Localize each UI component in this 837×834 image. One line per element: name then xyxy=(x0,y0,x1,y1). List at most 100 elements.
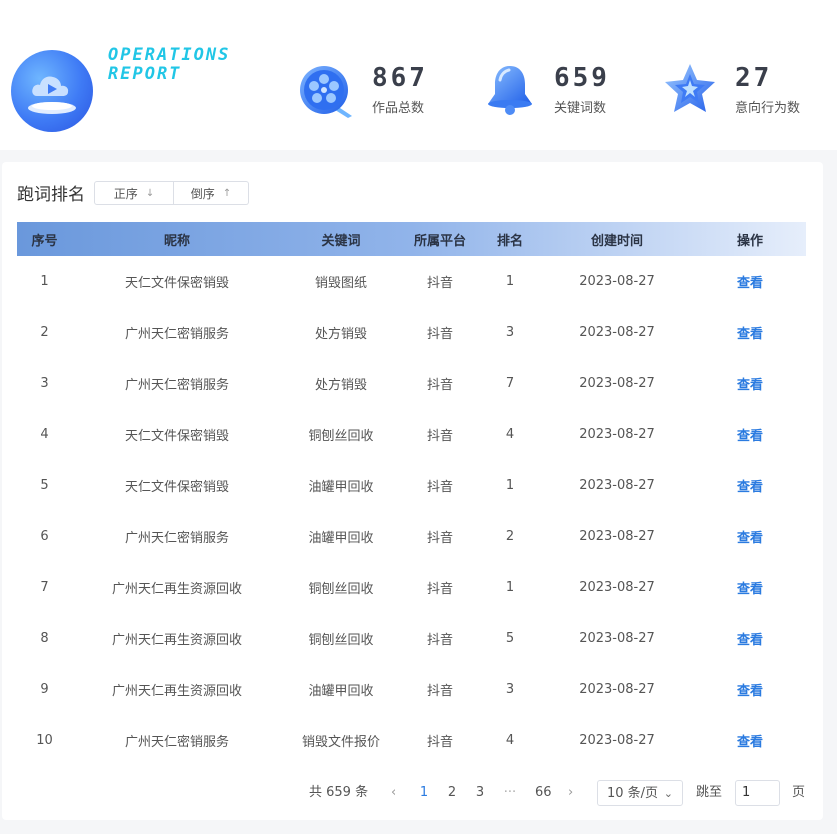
bell-icon xyxy=(488,66,532,115)
row-rank: 5 xyxy=(505,631,515,646)
arrow-up-icon: ↑ xyxy=(222,187,232,199)
jump-label: 跳至 xyxy=(696,785,723,800)
row-date: 2023-08-27 xyxy=(579,580,655,595)
report-header: OPERATIONS REPORT 867 作品总数 659 关键词数 27 意… xyxy=(0,0,837,150)
view-link[interactable]: 查看 xyxy=(694,731,806,750)
row-nickname: 广州天仁密销服务 xyxy=(124,327,229,342)
row-platform: 抖音 xyxy=(426,633,453,648)
table-row: 4 天仁文件保密销毁 铜刨丝回收 抖音 4 2023-08-27 查看 xyxy=(17,409,806,460)
row-number: 7 xyxy=(40,580,49,595)
row-platform: 抖音 xyxy=(426,684,453,699)
table-row: 7 广州天仁再生资源回收 铜刨丝回收 抖音 1 2023-08-27 查看 xyxy=(17,562,806,613)
page-3[interactable]: 3 xyxy=(473,780,487,806)
page-suffix: 页 xyxy=(792,785,806,800)
ranking-card: 跑词排名 正序 ↓ 倒序 ↑ 序号 昵称 关键词 所属平台 排名 创建时间 操作… xyxy=(2,162,823,820)
table-row: 3 广州天仁密销服务 处方销毁 抖音 7 2023-08-27 查看 xyxy=(17,358,806,409)
row-platform: 抖音 xyxy=(426,378,453,393)
row-platform: 抖音 xyxy=(426,480,453,495)
star-icon xyxy=(665,64,715,112)
page-2[interactable]: 2 xyxy=(445,780,459,806)
view-link[interactable]: 查看 xyxy=(694,374,806,393)
row-nickname: 天仁文件保密销毁 xyxy=(124,480,229,495)
page-size-value: 10 条/页 xyxy=(607,786,659,801)
table-header: 序号 昵称 关键词 所属平台 排名 创建时间 操作 xyxy=(17,222,806,256)
row-platform: 抖音 xyxy=(426,582,453,597)
table-body: 1 天仁文件保密销毁 销毁图纸 抖音 1 2023-08-27 查看 2 广州天仁密销服务 处方销… xyxy=(17,256,806,766)
row-keyword: 油罐甲回收 xyxy=(308,531,374,546)
row-platform: 抖音 xyxy=(426,531,453,546)
column-header-action: 操作 xyxy=(736,233,763,249)
brand-title: OPERATIONS REPORT xyxy=(108,46,278,84)
row-date: 2023-08-27 xyxy=(579,274,655,289)
sort-asc-button[interactable]: 正序 ↓ xyxy=(94,181,174,205)
page-1[interactable]: 1 xyxy=(417,780,431,806)
row-date: 2023-08-27 xyxy=(579,478,655,493)
sort-asc-label: 正序 xyxy=(113,186,138,201)
stat-works-value: 867 xyxy=(372,63,428,93)
row-number: 1 xyxy=(40,274,49,289)
row-nickname: 广州天仁密销服务 xyxy=(124,735,229,750)
row-rank: 1 xyxy=(505,580,515,595)
table-row: 5 天仁文件保密销毁 油罐甲回收 抖音 1 2023-08-27 查看 xyxy=(17,460,806,511)
pagination: 共 659 条 ‹ 1 2 3 ··· 66 › 10 条/页 ⌄ 跳至 页 xyxy=(2,780,823,806)
next-page-icon[interactable]: › xyxy=(568,780,573,806)
page-66[interactable]: 66 xyxy=(535,780,552,806)
column-header-created: 创建时间 xyxy=(590,233,643,249)
row-date: 2023-08-27 xyxy=(579,682,655,697)
view-link[interactable]: 查看 xyxy=(694,680,806,699)
pagination-total: 共 659 条 xyxy=(309,785,369,800)
row-keyword: 销毁图纸 xyxy=(314,276,367,291)
jump-page-input[interactable] xyxy=(735,780,780,806)
row-nickname: 天仁文件保密销毁 xyxy=(124,276,229,291)
row-rank: 3 xyxy=(505,325,515,340)
row-date: 2023-08-27 xyxy=(579,376,655,391)
film-reel-icon xyxy=(300,66,352,118)
row-rank: 4 xyxy=(505,427,515,442)
row-rank: 1 xyxy=(505,274,515,289)
stat-works-label: 作品总数 xyxy=(372,101,425,116)
row-keyword: 铜刨丝回收 xyxy=(308,633,374,648)
page-ellipsis[interactable]: ··· xyxy=(503,780,517,806)
table-row: 10 广州天仁密销服务 销毁文件报价 抖音 4 2023-08-27 查看 xyxy=(17,715,806,766)
prev-page-icon[interactable]: ‹ xyxy=(391,780,396,806)
row-rank: 7 xyxy=(505,376,515,391)
row-keyword: 销毁文件报价 xyxy=(301,735,380,750)
row-number: 8 xyxy=(40,631,49,646)
row-number: 4 xyxy=(40,427,49,442)
view-link[interactable]: 查看 xyxy=(694,476,806,495)
sort-desc-button[interactable]: 倒序 ↑ xyxy=(174,181,249,205)
row-date: 2023-08-27 xyxy=(579,325,655,340)
logo xyxy=(11,50,93,132)
row-number: 6 xyxy=(40,529,49,544)
column-header-rank: 排名 xyxy=(496,233,523,249)
row-number: 9 xyxy=(40,682,49,697)
stat-keywords-value: 659 xyxy=(554,63,610,93)
row-number: 3 xyxy=(40,376,49,391)
brand-line-2: REPORT xyxy=(108,64,182,84)
sort-desc-label: 倒序 xyxy=(190,186,215,201)
view-link[interactable]: 查看 xyxy=(694,323,806,342)
table-row: 8 广州天仁再生资源回收 铜刨丝回收 抖音 5 2023-08-27 查看 xyxy=(17,613,806,664)
row-keyword: 油罐甲回收 xyxy=(308,480,374,495)
table-row: 6 广州天仁密销服务 油罐甲回收 抖音 2 2023-08-27 查看 xyxy=(17,511,806,562)
stat-intent-label: 意向行为数 xyxy=(735,101,801,116)
row-nickname: 广州天仁再生资源回收 xyxy=(111,582,242,597)
view-link[interactable]: 查看 xyxy=(694,629,806,648)
row-keyword: 油罐甲回收 xyxy=(308,684,374,699)
view-link[interactable]: 查看 xyxy=(694,272,806,291)
row-rank: 3 xyxy=(505,682,515,697)
row-rank: 2 xyxy=(505,529,515,544)
row-keyword: 处方销毁 xyxy=(314,378,367,393)
arrow-down-icon: ↓ xyxy=(145,187,155,199)
row-date: 2023-08-27 xyxy=(579,529,655,544)
ranking-title: 跑词排名 xyxy=(17,185,85,205)
view-link[interactable]: 查看 xyxy=(694,578,806,597)
row-keyword: 铜刨丝回收 xyxy=(308,582,374,597)
row-date: 2023-08-27 xyxy=(579,631,655,646)
row-number: 10 xyxy=(36,733,53,748)
row-nickname: 广州天仁再生资源回收 xyxy=(111,684,242,699)
page-size-select[interactable]: 10 条/页 ⌄ xyxy=(597,780,683,806)
row-rank: 1 xyxy=(505,478,515,493)
view-link[interactable]: 查看 xyxy=(694,425,806,444)
view-link[interactable]: 查看 xyxy=(694,527,806,546)
